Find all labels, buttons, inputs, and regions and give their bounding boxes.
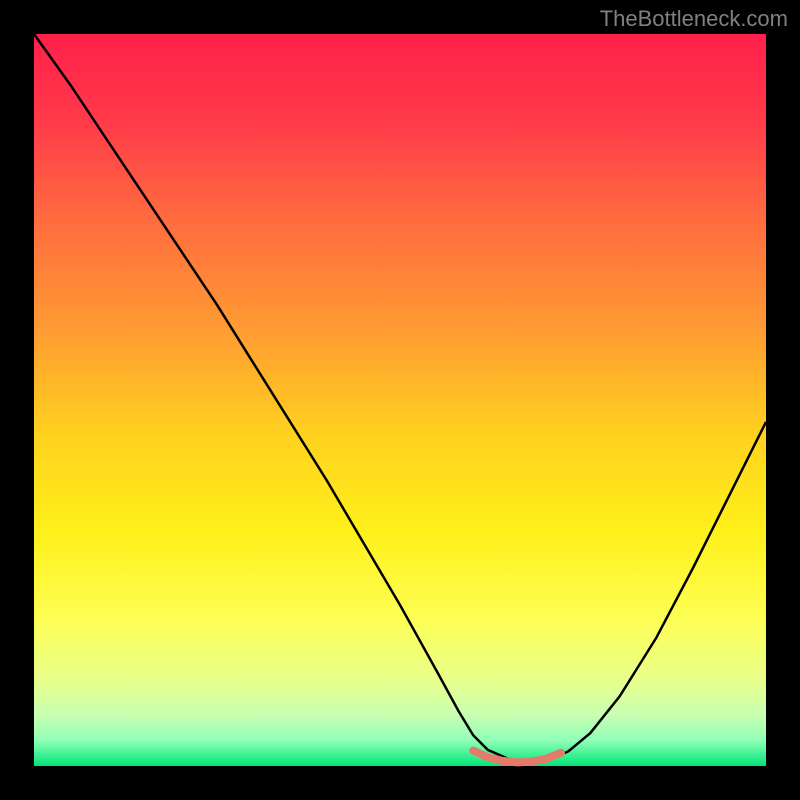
watermark-text: TheBottleneck.com [600, 6, 788, 32]
chart-container: TheBottleneck.com [0, 0, 800, 800]
plot-background [34, 34, 766, 766]
chart-svg [0, 0, 800, 800]
